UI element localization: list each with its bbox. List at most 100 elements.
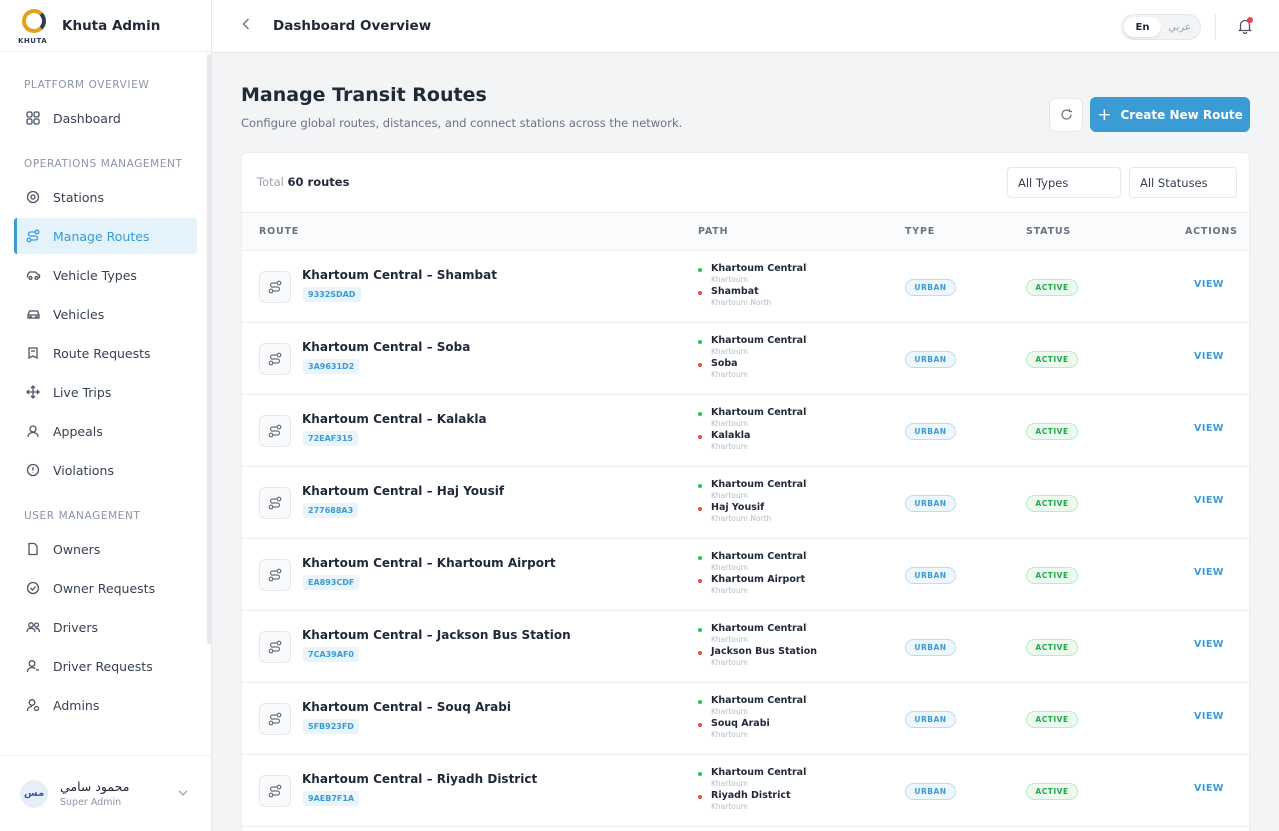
origin-dot xyxy=(698,772,702,776)
route-name: Khartoum Central – Jackson Bus Station xyxy=(302,628,571,642)
status-filter-select[interactable]: All Statuses xyxy=(1129,167,1237,198)
language-toggle[interactable]: En عربي xyxy=(1121,14,1201,40)
route-icon xyxy=(259,631,291,663)
type-filter-select[interactable]: All Types xyxy=(1007,167,1121,198)
destination-dot xyxy=(698,507,702,511)
table-row[interactable]: Khartoum Central – Souq Arabi 5FB923FD K… xyxy=(242,683,1249,755)
table-row[interactable]: Khartoum Central – Khartoum Airport EA89… xyxy=(242,539,1249,611)
destination-city: Khartoum xyxy=(711,370,748,379)
routes-table-card: Total 60 routes All Types All Statuses R… xyxy=(241,152,1250,831)
sidebar-nav: PLATFORM OVERVIEW Dashboard OPERATIONS M… xyxy=(0,52,211,723)
chevron-down-icon[interactable] xyxy=(178,786,188,799)
khuta-logo: KHUTA xyxy=(18,7,52,45)
refresh-button[interactable] xyxy=(1049,98,1083,132)
table-row[interactable]: Khartoum Central – Riyadh District 9AEB7… xyxy=(242,755,1249,827)
destination-station: Riyadh District xyxy=(711,790,791,801)
section-title-users: USER MANAGEMENT xyxy=(24,510,141,522)
origin-station: Khartoum Central xyxy=(711,551,807,562)
grid-icon xyxy=(25,110,41,126)
view-link[interactable]: VIEW xyxy=(1194,351,1224,362)
table-row[interactable]: Khartoum Central – Kalakla 72EAF315 Khar… xyxy=(242,395,1249,467)
destination-station: Soba xyxy=(711,358,738,369)
route-icon xyxy=(259,271,291,303)
main-content: Manage Transit Routes Configure global r… xyxy=(212,54,1279,831)
origin-station: Khartoum Central xyxy=(711,479,807,490)
origin-city: Khartoum xyxy=(711,419,748,428)
status-badge: ACTIVE xyxy=(1026,495,1078,512)
destination-city: Khartoum xyxy=(711,586,748,595)
sidebar-item-violations[interactable]: Violations xyxy=(14,452,197,488)
sidebar-scrollbar[interactable] xyxy=(207,54,211,644)
status-badge: ACTIVE xyxy=(1026,279,1078,296)
route-code: 9AEB7F1A xyxy=(303,791,360,806)
table-toolbar: Total 60 routes All Types All Statuses xyxy=(242,153,1249,213)
destination-station: Khartoum Airport xyxy=(711,574,806,585)
type-badge: URBAN xyxy=(905,783,956,800)
page-subtitle: Configure global routes, distances, and … xyxy=(241,116,683,130)
brand[interactable]: KHUTA Khuta Admin xyxy=(0,0,211,52)
col-path[interactable]: PATH xyxy=(698,226,728,237)
table-row[interactable]: Khartoum Central – Haj Yousif 277688A3 K… xyxy=(242,467,1249,539)
document-icon xyxy=(25,541,41,557)
table-row[interactable]: Khartoum Central – Soba 3A9631D2 Khartou… xyxy=(242,323,1249,395)
origin-city: Khartoum xyxy=(711,563,748,572)
request-icon xyxy=(25,345,41,361)
destination-dot xyxy=(698,435,702,439)
route-name: Khartoum Central – Haj Yousif xyxy=(302,484,505,498)
sidebar-item-driver-requests[interactable]: Driver Requests xyxy=(14,648,197,684)
view-link[interactable]: VIEW xyxy=(1194,639,1224,650)
col-status[interactable]: STATUS xyxy=(1026,226,1071,237)
origin-dot xyxy=(698,628,702,632)
sidebar-item-drivers[interactable]: Drivers xyxy=(14,609,197,645)
destination-station: Kalakla xyxy=(711,430,751,441)
user-profile[interactable]: مس محمود سامي Super Admin xyxy=(0,755,212,831)
car-icon xyxy=(25,267,41,283)
status-badge: ACTIVE xyxy=(1026,567,1078,584)
page-breadcrumb: Dashboard Overview xyxy=(273,18,432,34)
route-name: Khartoum Central – Shambat xyxy=(302,268,497,282)
status-badge: ACTIVE xyxy=(1026,423,1078,440)
sidebar-item-appeals[interactable]: Appeals xyxy=(14,413,197,449)
view-link[interactable]: VIEW xyxy=(1194,423,1224,434)
sidebar-item-manage-routes[interactable]: Manage Routes xyxy=(14,218,197,254)
sidebar-item-label: Live Trips xyxy=(53,384,112,400)
table-row[interactable]: Khartoum Central – Jackson Bus Station 7… xyxy=(242,611,1249,683)
sidebar-item-dashboard[interactable]: Dashboard xyxy=(14,100,197,136)
chevron-left-icon[interactable] xyxy=(242,18,256,34)
col-route[interactable]: ROUTE xyxy=(259,226,299,237)
sidebar-item-vehicles[interactable]: Vehicles xyxy=(14,296,197,332)
type-badge: URBAN xyxy=(905,351,956,368)
sidebar-item-owners[interactable]: Owners xyxy=(14,531,197,567)
route-icon xyxy=(259,415,291,447)
sidebar-item-label: Dashboard xyxy=(53,110,121,126)
status-badge: ACTIVE xyxy=(1026,783,1078,800)
table-row[interactable]: Khartoum Central – Shambat 9332SDAD Khar… xyxy=(242,251,1249,323)
col-type[interactable]: TYPE xyxy=(905,226,935,237)
route-code: 3A9631D2 xyxy=(303,359,360,374)
sidebar-item-route-requests[interactable]: Route Requests xyxy=(14,335,197,371)
lang-ar-option[interactable]: عربي xyxy=(1161,17,1198,37)
route-name: Khartoum Central – Kalakla xyxy=(302,412,487,426)
sidebar-item-owner-requests[interactable]: Owner Requests xyxy=(14,570,197,606)
origin-city: Khartoum xyxy=(711,347,748,356)
sidebar-item-vehicle-types[interactable]: Vehicle Types xyxy=(14,257,197,293)
view-link[interactable]: VIEW xyxy=(1194,567,1224,578)
view-link[interactable]: VIEW xyxy=(1194,711,1224,722)
type-badge: URBAN xyxy=(905,639,956,656)
users-icon xyxy=(25,619,41,635)
user-role: Super Admin xyxy=(60,797,122,808)
view-link[interactable]: VIEW xyxy=(1194,279,1224,290)
sidebar-item-admins[interactable]: Admins xyxy=(14,687,197,723)
origin-city: Khartoum xyxy=(711,635,748,644)
destination-city: Khartoum xyxy=(711,442,748,451)
lang-en-option[interactable]: En xyxy=(1124,17,1161,37)
origin-station: Khartoum Central xyxy=(711,335,807,346)
destination-dot xyxy=(698,795,702,799)
sidebar-item-live-trips[interactable]: Live Trips xyxy=(14,374,197,410)
create-route-button[interactable]: + Create New Route xyxy=(1090,97,1250,132)
route-icon xyxy=(25,228,41,244)
view-link[interactable]: VIEW xyxy=(1194,783,1224,794)
sidebar-item-stations[interactable]: Stations xyxy=(14,179,197,215)
car-front-icon xyxy=(25,306,41,322)
view-link[interactable]: VIEW xyxy=(1194,495,1224,506)
